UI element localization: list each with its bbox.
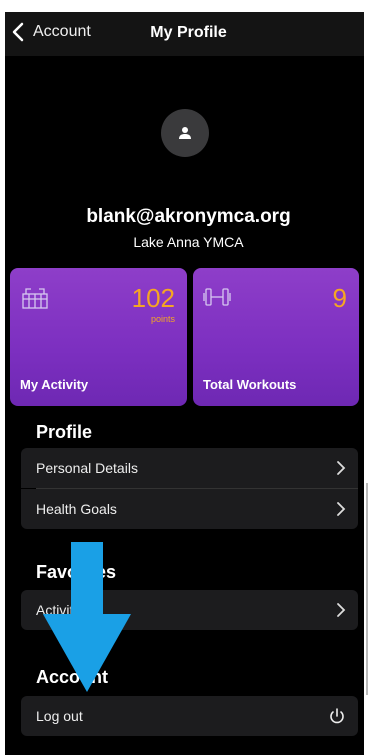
user-icon xyxy=(179,127,191,139)
nav-bar: Account My Profile xyxy=(5,12,364,56)
total-workouts-label: Total Workouts xyxy=(203,377,297,392)
my-activity-label: My Activity xyxy=(20,377,89,392)
total-workouts-card[interactable]: 9 Total Workouts xyxy=(193,268,359,406)
activity-points-unit: points xyxy=(150,314,175,324)
profile-section-title: Profile xyxy=(36,422,93,442)
my-activity-card[interactable]: 102 points My Activity xyxy=(10,268,187,406)
power-icon xyxy=(330,708,344,724)
chevron-right-icon xyxy=(337,603,346,617)
personal-details-label: Personal Details xyxy=(36,460,138,476)
personal-details-row[interactable]: Personal Details xyxy=(21,448,358,488)
chevron-right-icon xyxy=(337,461,346,475)
activity-points-value: 102 xyxy=(131,283,175,313)
page-title: My Profile xyxy=(150,24,227,41)
user-location: Lake Anna YMCA xyxy=(133,234,244,250)
avatar[interactable] xyxy=(161,109,209,157)
down-arrow-icon xyxy=(43,542,131,692)
app-screen: Account My Profile blank@akronymca.org L… xyxy=(5,12,364,755)
scrollbar[interactable] xyxy=(366,483,368,695)
log-out-row[interactable]: Log out xyxy=(21,696,358,736)
dumbbell-icon xyxy=(203,288,231,306)
log-out-label: Log out xyxy=(36,708,83,724)
chevron-right-icon xyxy=(337,502,346,516)
gift-icon xyxy=(22,288,48,309)
health-goals-label: Health Goals xyxy=(36,501,117,517)
health-goals-row[interactable]: Health Goals xyxy=(21,489,358,529)
workouts-count-value: 9 xyxy=(332,283,347,313)
user-email: blank@akronymca.org xyxy=(86,206,291,227)
